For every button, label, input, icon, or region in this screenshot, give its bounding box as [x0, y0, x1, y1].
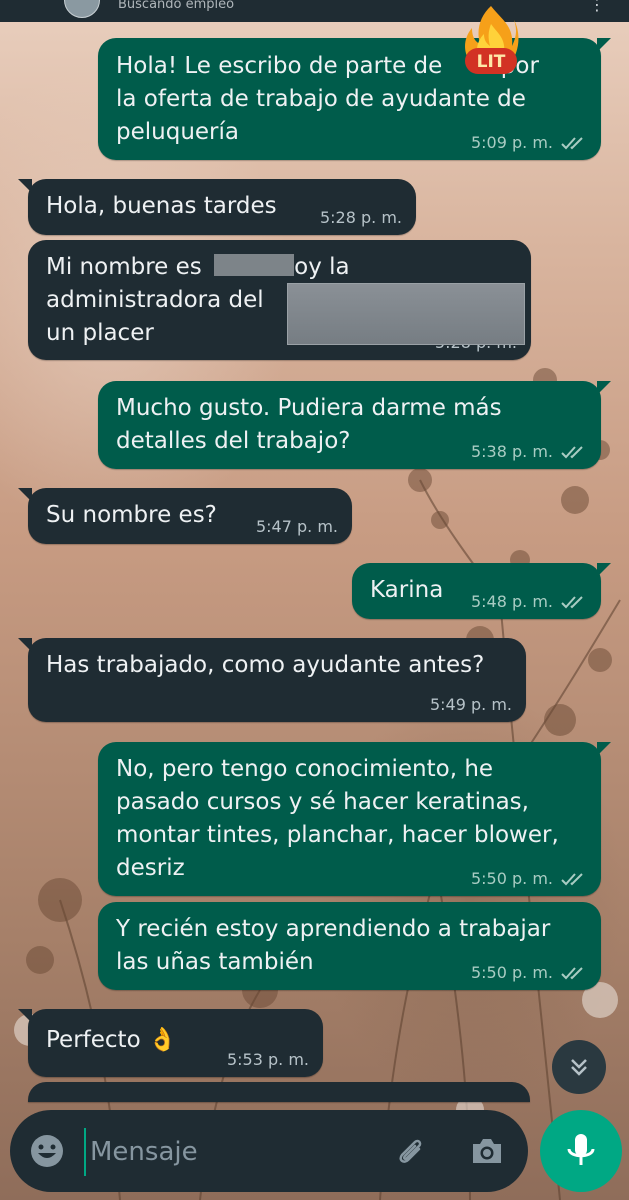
- camera-icon[interactable]: [468, 1132, 506, 1170]
- message-outgoing[interactable]: Karina 5:48 p. m.: [352, 563, 611, 619]
- contact-avatar[interactable]: [64, 0, 100, 18]
- message-time: 5:49 p. m.: [429, 695, 512, 714]
- message-time: 5:47 p. m.: [255, 517, 338, 536]
- message-outgoing[interactable]: No, pero tengo conocimiento, he pasado c…: [98, 742, 611, 896]
- message-incoming[interactable]: Perfecto 👌 5:53 p. m.: [18, 1009, 323, 1077]
- message-outgoing[interactable]: Mucho gusto. Pudiera darme más detalles …: [98, 381, 611, 469]
- bubble-tail: [597, 38, 611, 52]
- message-meta: 5:28 p. m.: [320, 209, 402, 227]
- scroll-to-bottom-button[interactable]: [552, 1040, 606, 1094]
- message-meta: 5:49 p. m.: [430, 696, 512, 714]
- message-time: 5:48 p. m.: [470, 592, 553, 611]
- overflow-menu-icon[interactable]: ⋮: [589, 0, 605, 13]
- message-input[interactable]: [84, 1128, 392, 1176]
- read-ticks-icon: [561, 446, 583, 459]
- chat-header[interactable]: Buscando empleo ⋮: [0, 0, 629, 22]
- message-composer: [10, 1110, 528, 1192]
- read-ticks-icon: [561, 873, 583, 886]
- read-ticks-icon: [561, 137, 583, 150]
- double-chevron-down-icon: [571, 1059, 587, 1076]
- message-outgoing[interactable]: Hola! Le escribo de parte de por la ofer…: [98, 38, 611, 160]
- voice-record-button[interactable]: [540, 1110, 622, 1192]
- read-ticks-icon: [561, 596, 583, 609]
- redacted-name: [214, 254, 294, 276]
- bubble-tail: [597, 381, 611, 395]
- message-time: 5:38 p. m.: [470, 442, 553, 461]
- message-meta: 5:47 p. m.: [256, 518, 338, 536]
- message-text: Has trabajado, como ayudante antes?: [46, 652, 485, 678]
- message-meta: 5:48 p. m.: [471, 593, 587, 611]
- bubble-tail: [597, 563, 611, 577]
- message-incoming[interactable]: Has trabajado, como ayudante antes? 5:49…: [18, 638, 526, 722]
- message-time: 5:50 p. m.: [470, 869, 553, 888]
- message-meta: 5:50 p. m.: [471, 870, 587, 888]
- message-meta: 5:53 p. m.: [227, 1051, 309, 1069]
- message-meta: 5:38 p. m.: [471, 443, 587, 461]
- mic-icon: [567, 1134, 595, 1165]
- message-meta: 5:50 p. m.: [471, 964, 587, 982]
- bubble-tail: [597, 742, 611, 756]
- message-time: 5:28 p. m.: [319, 208, 402, 227]
- lit-fire-sticker: LIT: [465, 6, 519, 74]
- sticker-text: LIT: [477, 52, 506, 72]
- message-time: 5:09 p. m.: [470, 133, 553, 152]
- message-time: 5:53 p. m.: [226, 1050, 309, 1069]
- message-time: 5:50 p. m.: [470, 963, 553, 982]
- message-incoming[interactable]: Su nombre es? 5:47 p. m.: [18, 488, 352, 544]
- bubble-tail: [18, 179, 32, 193]
- emoji-icon[interactable]: [28, 1132, 66, 1170]
- bubble-tail: [18, 488, 32, 502]
- message-text: No, pero tengo conocimiento, he pasado c…: [116, 756, 559, 881]
- message-incoming-partial[interactable]: [28, 1082, 530, 1102]
- contact-name[interactable]: Buscando empleo: [118, 0, 234, 11]
- attach-icon[interactable]: [392, 1132, 430, 1170]
- read-ticks-icon: [561, 967, 583, 980]
- message-outgoing[interactable]: Y recién estoy aprendiendo a trabajar la…: [98, 902, 601, 990]
- message-incoming[interactable]: Hola, buenas tardes 5:28 p. m.: [18, 179, 416, 235]
- bubble-tail: [18, 1009, 32, 1023]
- bubble-tail: [18, 638, 32, 652]
- redacted-business-name: [287, 283, 525, 345]
- message-meta: 5:09 p. m.: [471, 134, 587, 152]
